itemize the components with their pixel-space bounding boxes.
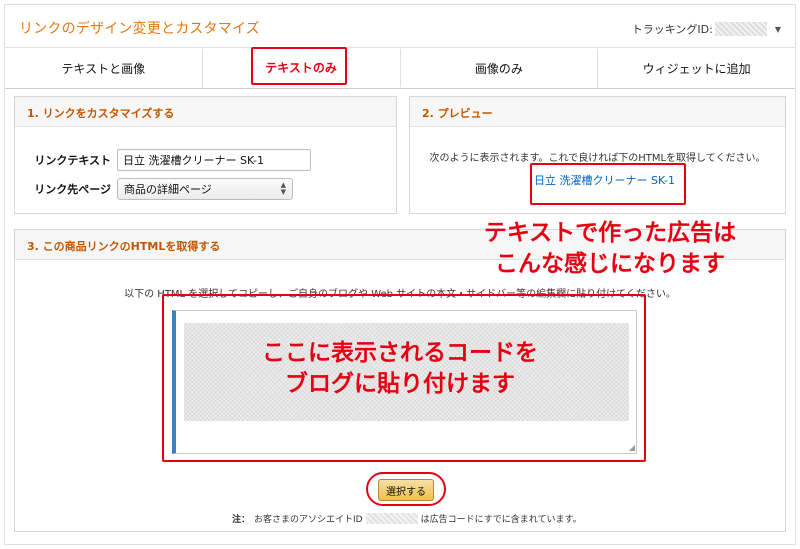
code-callout-line-1: ここに表示されるコードを <box>262 340 538 366</box>
preview-callout: テキストで作った広告は こんな感じになります <box>450 218 770 280</box>
link-dest-label: リンク先ページ <box>34 183 111 196</box>
tab-text-only[interactable]: テキストのみ <box>202 49 401 88</box>
preview-panel: 2. プレビュー 次のように表示されます。これで良ければ下のHTMLを取得してく… <box>409 96 786 214</box>
tracking-id-label: トラッキングID: <box>631 23 713 36</box>
link-dest-select[interactable]: 商品の詳細ページ ▲ ▼ <box>117 178 293 200</box>
customize-panel: 1. リンクをカスタマイズする リンクテキスト リンク先ページ 商品の詳細ページ… <box>14 96 397 214</box>
link-text-label: リンクテキスト <box>34 154 111 167</box>
link-dest-value: 商品の詳細ページ <box>124 183 212 196</box>
preview-callout-line-1: テキストで作った広告は <box>483 220 737 246</box>
link-dest-row: リンク先ページ 商品の詳細ページ ▲ ▼ <box>33 178 293 200</box>
link-text-input[interactable] <box>117 149 311 171</box>
chevron-down-icon: ▼ <box>774 24 781 34</box>
tab-bar: テキストと画像 テキストのみ 画像のみ ウィジェットに追加 <box>5 49 795 89</box>
select-code-button[interactable]: 選択する <box>378 479 434 501</box>
associate-id-note: 注： お客さまのアソシエイトID は広告コードにすでに含まれています。 <box>232 512 582 525</box>
link-text-row: リンクテキスト <box>33 149 311 171</box>
page-title: リンクのデザイン変更とカスタマイズ <box>19 21 260 37</box>
tab-text-and-image[interactable]: テキストと画像 <box>5 49 203 88</box>
tracking-id-selector[interactable]: トラッキングID: ▼ <box>632 21 781 37</box>
preview-heading: 2. プレビュー <box>410 97 785 127</box>
resize-grip-icon[interactable]: ◢ <box>629 443 635 452</box>
select-arrows-icon: ▲ ▼ <box>280 181 286 196</box>
preview-callout-line-2: こんな感じになります <box>495 251 725 278</box>
preview-link[interactable]: 日立 洗濯槽クリーナー SK-1 <box>534 172 675 188</box>
tab-add-widget[interactable]: ウィジェットに追加 <box>598 49 795 88</box>
associate-id-redacted <box>365 513 418 524</box>
get-html-instruction: 以下の HTML を選択してコピーし、ご自身のブログや Web サイトの本文・サ… <box>124 289 676 300</box>
code-callout-line-2: ブログに貼り付けます <box>285 371 515 398</box>
note-text-b: は広告コードにすでに含まれています。 <box>420 515 582 525</box>
preview-instruction: 次のように表示されます。これで良ければ下のHTMLを取得してください。 <box>429 153 766 164</box>
tracking-id-value-redacted <box>714 22 767 36</box>
note-text-a: お客さまのアソシエイトID <box>254 515 363 525</box>
code-callout: ここに表示されるコードを ブログに貼り付けます <box>230 338 570 400</box>
note-label: 注： <box>232 515 251 525</box>
customize-heading: 1. リンクをカスタマイズする <box>15 97 396 127</box>
tab-image-only[interactable]: 画像のみ <box>400 49 599 88</box>
header-bar: リンクのデザイン変更とカスタマイズ トラッキングID: ▼ <box>5 5 795 48</box>
